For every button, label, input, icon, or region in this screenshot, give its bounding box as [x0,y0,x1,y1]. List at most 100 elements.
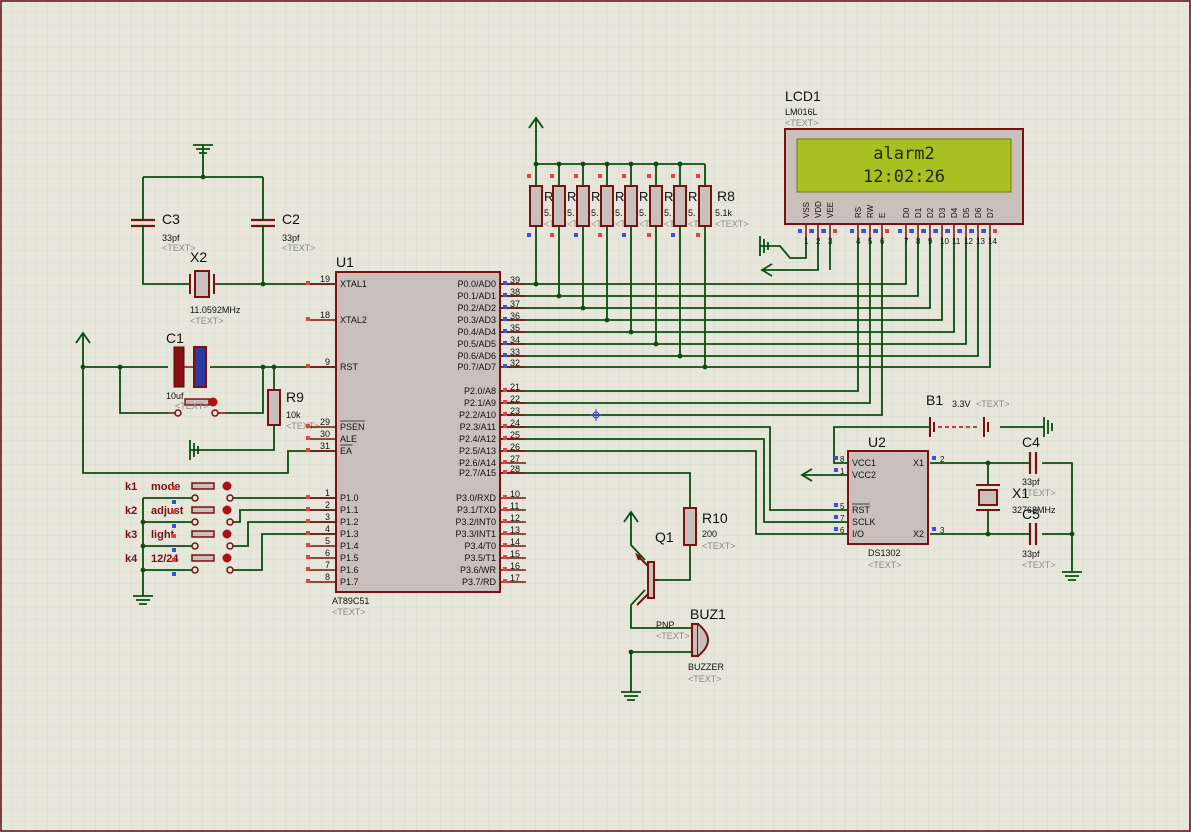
pin-marker-icon [172,548,176,552]
lcd1-model: LM016L [785,107,818,117]
pin-number: 2 [940,455,945,464]
pin-name: P1.4 [340,541,359,551]
pin-name: P1.7 [340,577,359,587]
pin-name: P1.2 [340,517,359,527]
pin-marker-icon [503,567,507,571]
pin-number: 39 [510,275,520,285]
lcd1-ref: LCD1 [785,88,821,104]
pin-number: 1 [325,488,330,498]
pin-number: 11 [510,501,519,511]
pin-marker-icon [172,510,176,514]
c2-value: 33pf [282,233,300,243]
pin-name: VEE [826,202,835,218]
pin-marker-icon [503,353,507,357]
pin-marker-icon [503,436,507,440]
pin-marker-icon [503,329,507,333]
resistor-ref: R [639,189,648,204]
pin-marker-icon [932,527,936,531]
pin-number: 13 [510,525,520,535]
pin-marker-icon [503,364,507,368]
pin-number: 15 [510,549,520,559]
pin-marker-icon [598,233,602,237]
pin-marker-icon [306,567,310,571]
pin-marker-icon [946,229,950,233]
pin-marker-icon [172,500,176,504]
pin-marker-icon [822,229,826,233]
pin-marker-icon [834,468,838,472]
resistor-value: 5. [567,208,575,218]
pin-marker-icon [874,229,878,233]
pin-name: RW [866,204,875,218]
pin-name: P3.4/T0 [464,541,496,551]
pin-name: D4 [950,207,959,218]
pin-number: 21 [510,382,520,392]
pin-name: ALE [340,434,357,444]
pin-marker-icon [172,486,176,490]
r8-ref: R8 [717,188,735,204]
schematic-sheet[interactable]: C3 33pf <TEXT> C2 33pf <TEXT> X2 11.0592… [0,0,1191,832]
pin-number: 30 [320,429,330,439]
pin-number: 2 [325,500,330,510]
pin-number: 19 [320,274,330,284]
microcontroller-u1[interactable]: U1 AT89C51 <TEXT> 19 XTAL118 XTAL29 RST29 PS… [306,254,526,617]
pin-marker-icon [172,558,176,562]
pin-marker-icon [850,229,854,233]
pin-number: 1 [840,467,845,476]
pin-name: X1 [913,458,924,468]
pin-name: P0.5/AD5 [457,339,496,349]
pin-name: P1.3 [340,529,359,539]
pin-marker-icon [503,305,507,309]
pin-name: D7 [986,207,995,218]
key-ref: k2 [125,505,137,517]
pin-marker-icon [503,460,507,464]
r8-value: 5.1k [715,208,733,218]
pin-name: P2.7/A15 [459,468,496,478]
pin-name: P3.5/T1 [464,553,496,563]
pin-marker-icon [910,229,914,233]
pin-name: VCC2 [852,470,876,480]
u2-text: <TEXT> [868,560,902,570]
c3-ref: C3 [162,211,180,227]
c5-ref: C5 [1022,506,1040,522]
c2-ref: C2 [282,211,300,227]
pin-number: 5 [325,536,330,546]
q1-type: PNP [656,620,675,630]
pin-name: VCC1 [852,458,876,468]
pin-name: P3.2/INT0 [455,517,496,527]
pin-marker-icon [306,555,310,559]
key-ref: k4 [125,553,138,565]
resistor-value: 5. [688,208,696,218]
pin-number: 14 [510,537,520,547]
pin-number: 17 [510,573,520,583]
pin-name: P2.2/A10 [459,410,496,420]
pin-marker-icon [172,534,176,538]
pin-marker-icon [647,233,651,237]
pin-marker-icon [550,233,554,237]
pin-name: RST [340,362,359,372]
pin-name: P1.6 [340,565,359,575]
pin-number: 33 [510,347,520,357]
pin-number: 9 [928,237,933,246]
x2-text: <TEXT> [190,316,224,326]
pin-name: P3.7/RD [462,577,497,587]
pin-number: 23 [510,406,520,416]
q1-ref: Q1 [655,529,674,545]
pin-marker-icon [671,174,675,178]
pin-name: P1.0 [340,493,359,503]
u2-model: DS1302 [868,548,901,558]
pin-marker-icon [503,543,507,547]
buz1-ref: BUZ1 [690,606,726,622]
pin-number: 31 [320,441,330,451]
pin-number: 25 [510,430,520,440]
buz1-text: <TEXT> [688,674,722,684]
pin-number: 26 [510,442,520,452]
pin-marker-icon [306,507,310,511]
pin-name: P2.6/A14 [459,458,496,468]
q1-text: <TEXT> [656,631,690,641]
u1-ref: U1 [336,254,354,270]
b1-ref: B1 [926,392,943,408]
pin-number: 32 [510,358,520,368]
buz1-type: BUZZER [688,662,725,672]
pin-marker-icon [503,281,507,285]
pin-number: 24 [510,418,520,428]
